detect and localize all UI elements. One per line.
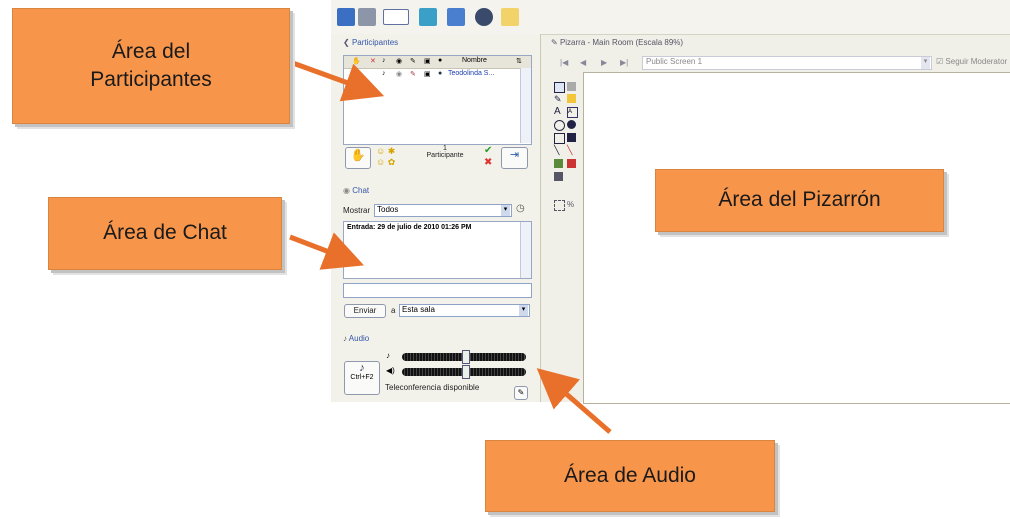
audio-callout: Área de Audio xyxy=(485,440,775,512)
chat-arrow xyxy=(289,232,365,270)
whiteboard-callout-text: Área del Pizarrón xyxy=(718,188,881,212)
participants-callout-line2: Participantes xyxy=(90,68,212,91)
whiteboard-callout: Área del Pizarrón xyxy=(655,169,944,232)
participants-arrow xyxy=(289,59,385,102)
audio-arrow xyxy=(536,368,612,434)
chat-callout: Área de Chat xyxy=(48,197,282,270)
chat-callout-text: Área de Chat xyxy=(103,221,227,245)
audio-callout-text: Área de Audio xyxy=(564,463,696,487)
participants-callout-line1: Área del xyxy=(111,39,191,63)
participants-callout: Área del Participantes xyxy=(12,8,290,124)
